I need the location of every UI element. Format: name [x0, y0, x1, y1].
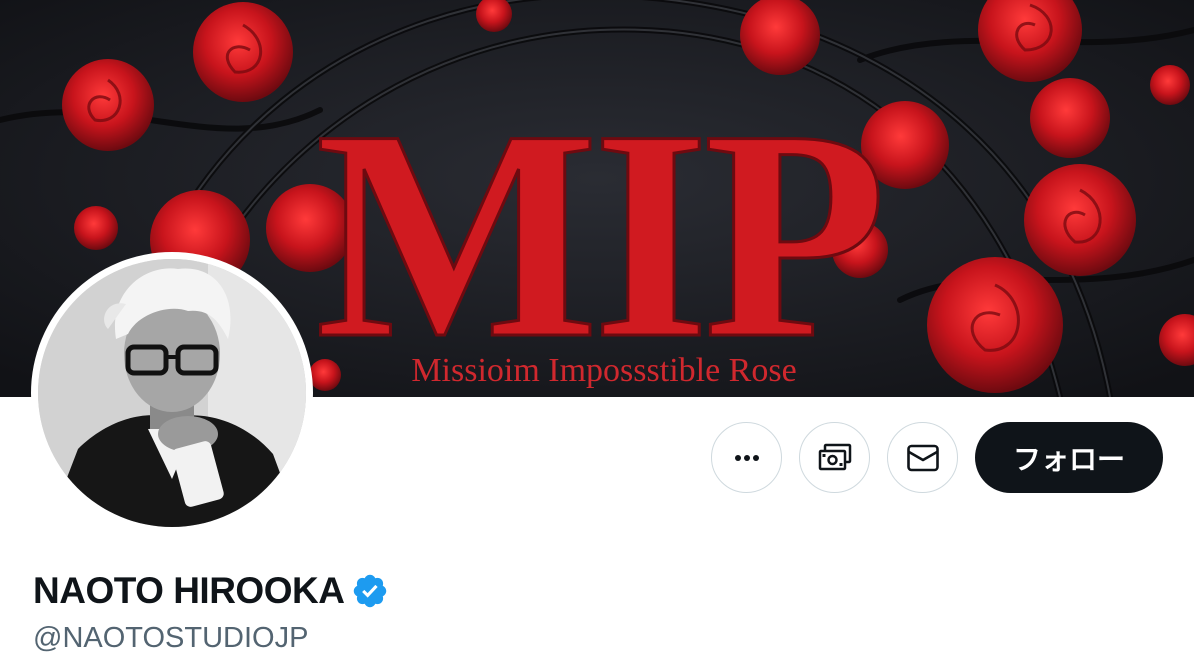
tip-button[interactable]	[799, 422, 870, 493]
banner-logo: MIP	[315, 68, 881, 397]
handle: @NAOTOSTUDIOJP	[33, 622, 309, 654]
profile-name-row: NAOTO HIROOKA	[33, 570, 389, 612]
more-icon	[734, 454, 759, 461]
money-icon	[818, 443, 851, 470]
message-button[interactable]	[887, 422, 958, 493]
avatar-photo	[38, 259, 306, 527]
follow-button[interactable]: フォロー	[975, 422, 1163, 493]
mail-icon	[906, 444, 939, 471]
more-button[interactable]	[711, 422, 782, 493]
banner-tagline: Missioim Impossstible Rose	[411, 352, 796, 389]
display-name: NAOTO HIROOKA	[33, 570, 345, 611]
avatar[interactable]	[31, 252, 313, 534]
verified-badge-icon[interactable]	[351, 572, 389, 610]
